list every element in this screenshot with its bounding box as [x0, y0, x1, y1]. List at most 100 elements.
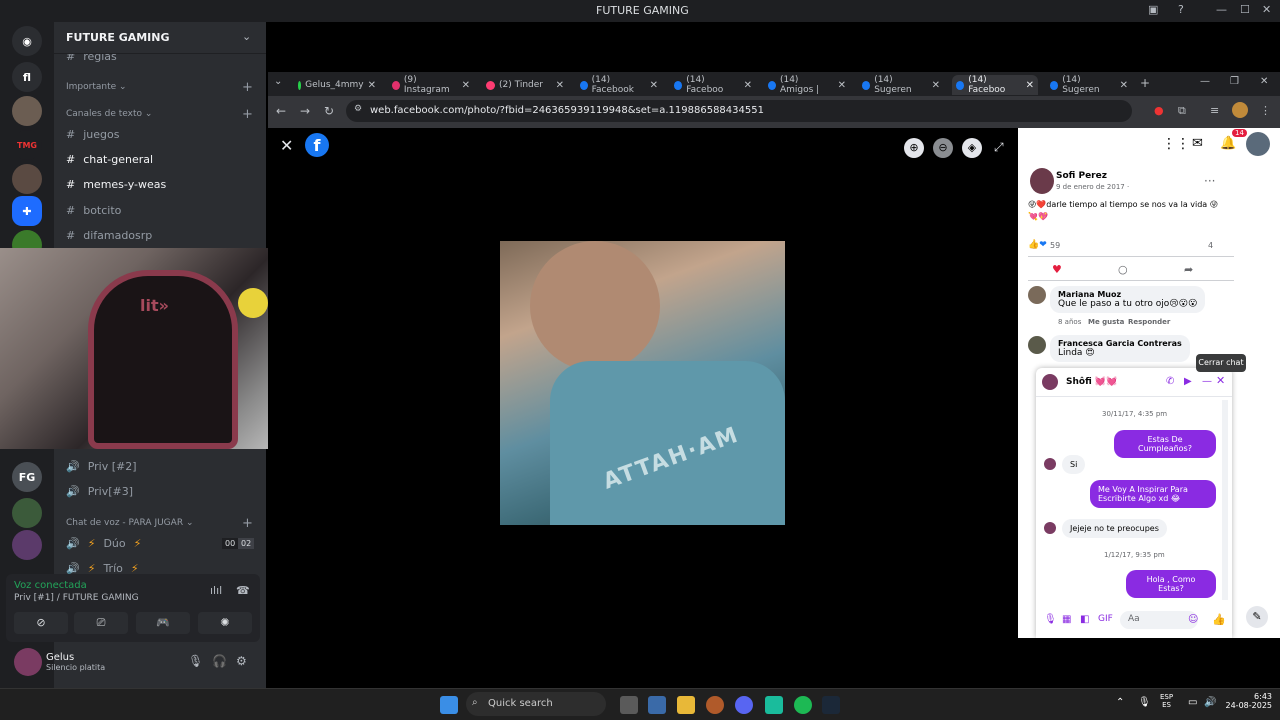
- voice-channel-priv2[interactable]: 🔊 Priv [#2]: [66, 460, 137, 473]
- reload-icon[interactable]: ↻: [324, 104, 334, 118]
- browser-tab[interactable]: (14) Faceboo ✕: [670, 75, 756, 95]
- site-info-icon[interactable]: ⚙: [354, 104, 362, 114]
- browser-tab[interactable]: (14) Sugeren ✕: [1046, 75, 1132, 95]
- fullscreen-icon[interactable]: ⤢: [994, 140, 1004, 155]
- browser-tab[interactable]: (2) Tinder ✕: [482, 75, 568, 95]
- add-channel-icon[interactable]: +: [242, 516, 253, 531]
- contact-avatar[interactable]: [1042, 374, 1058, 390]
- activity-button[interactable]: 🎮: [136, 612, 190, 634]
- reaction-count[interactable]: 59: [1050, 241, 1060, 250]
- add-channel-icon[interactable]: +: [242, 107, 253, 122]
- clock[interactable]: 6:43 24-08-2025: [1218, 692, 1273, 710]
- category-importante[interactable]: Importante ⌄: [66, 82, 127, 92]
- tag-icon[interactable]: ◈: [962, 138, 982, 158]
- headphones-icon[interactable]: 🎧: [212, 654, 227, 668]
- microphone-icon[interactable]: 🎙: [188, 654, 203, 668]
- like-link[interactable]: Me gusta: [1088, 318, 1124, 326]
- minimize-button[interactable]: —: [1200, 76, 1210, 87]
- microphone-icon[interactable]: 🎙: [1044, 614, 1057, 625]
- facebook-logo-icon[interactable]: f: [305, 133, 329, 157]
- channel-juegos[interactable]: # juegos: [66, 128, 119, 141]
- more-options-icon[interactable]: ···: [1204, 174, 1215, 188]
- browser-tab[interactable]: Gelus_4mmy ✕: [294, 75, 380, 95]
- server-icon[interactable]: [12, 498, 42, 528]
- channel-memes-y-weas[interactable]: # memes-y-weas: [66, 178, 166, 191]
- forward-icon[interactable]: →: [300, 104, 310, 118]
- channel-difamadosrp[interactable]: # difamadosrp: [66, 229, 152, 242]
- steam-icon[interactable]: [822, 696, 840, 714]
- inbox-icon[interactable]: ▣: [1148, 3, 1158, 16]
- disconnect-icon[interactable]: ☎: [236, 584, 250, 597]
- server-icon[interactable]: TMG: [12, 130, 42, 160]
- zoom-in-icon[interactable]: ⊕: [904, 138, 924, 158]
- author-avatar[interactable]: [1030, 168, 1054, 194]
- commenter-avatar[interactable]: [1028, 336, 1046, 354]
- task-view-icon[interactable]: [620, 696, 638, 714]
- camera-off-button[interactable]: ⊘: [14, 612, 68, 634]
- app-icon[interactable]: [765, 696, 783, 714]
- minimize-chat-icon[interactable]: —: [1202, 376, 1212, 387]
- comment-count[interactable]: 4: [1208, 241, 1213, 250]
- close-button[interactable]: ✕: [1260, 76, 1268, 87]
- image-icon[interactable]: ▦: [1062, 614, 1071, 625]
- network-icon[interactable]: ▭: [1188, 697, 1197, 708]
- contact-name[interactable]: Shôfi 💓💓: [1066, 377, 1117, 387]
- server-icon[interactable]: [12, 530, 42, 560]
- messenger-icon[interactable]: ✉: [1192, 136, 1203, 151]
- message-input[interactable]: Aa: [1120, 611, 1198, 629]
- server-icon[interactable]: fl: [12, 62, 42, 92]
- browser-tab[interactable]: (14) Amigos | ✕: [764, 75, 850, 95]
- new-message-icon[interactable]: ✎: [1246, 606, 1268, 628]
- active-server-icon[interactable]: ✚: [12, 196, 42, 226]
- address-bar[interactable]: ⚙ web.facebook.com/photo/?fbid=246365939…: [346, 100, 1132, 122]
- signal-icon[interactable]: ılıl: [210, 584, 222, 597]
- browser-tab[interactable]: (9) Instagram ✕: [388, 75, 474, 95]
- close-button[interactable]: ✕: [1262, 3, 1271, 16]
- avatar[interactable]: [14, 648, 42, 676]
- file-explorer-icon[interactable]: [677, 696, 695, 714]
- taskbar-search[interactable]: ⌕ Quick search: [466, 692, 606, 716]
- scrollbar[interactable]: [1222, 400, 1228, 600]
- server-icon[interactable]: FG: [12, 462, 42, 492]
- discord-home-icon[interactable]: ◉: [12, 26, 42, 56]
- extensions-puzzle-icon[interactable]: ⧉: [1178, 104, 1186, 118]
- video-call-icon[interactable]: ▶: [1184, 376, 1192, 387]
- tray-chevron-icon[interactable]: ⌃: [1116, 697, 1124, 708]
- reply-link[interactable]: Responder: [1128, 318, 1170, 326]
- maximize-button[interactable]: ❐: [1230, 76, 1239, 87]
- tab-search-icon[interactable]: ⌄: [274, 76, 282, 87]
- soundboard-button[interactable]: ✺: [198, 612, 252, 634]
- help-icon[interactable]: ?: [1178, 3, 1184, 16]
- post-date[interactable]: 9 de enero de 2017 ·: [1056, 183, 1129, 191]
- maximize-button[interactable]: ☐: [1240, 3, 1250, 16]
- close-icon[interactable]: ✕: [280, 136, 293, 155]
- channel-chat-general[interactable]: # chat-general: [66, 153, 153, 166]
- discord-taskbar-icon[interactable]: [735, 696, 753, 714]
- voice-channel-duo[interactable]: 🔊 ⚡ Dúo ⚡: [66, 537, 141, 550]
- extension-icon[interactable]: ●: [1154, 104, 1164, 117]
- spotify-icon[interactable]: [794, 696, 812, 714]
- new-tab-icon[interactable]: +: [1140, 76, 1150, 90]
- settings-gear-icon[interactable]: ⚙: [236, 654, 247, 668]
- menu-dots-icon[interactable]: ⋮: [1260, 104, 1271, 117]
- account-avatar[interactable]: [1246, 132, 1270, 156]
- comment-button[interactable]: ○: [1118, 263, 1128, 276]
- media-icon[interactable]: ≡: [1210, 104, 1219, 117]
- notifications-bell-icon[interactable]: 🔔: [1220, 136, 1236, 151]
- app-icon[interactable]: [706, 696, 724, 714]
- category-text[interactable]: Canales de texto ⌄: [66, 109, 152, 119]
- browser-tab[interactable]: (14) Sugeren ✕: [858, 75, 944, 95]
- call-icon[interactable]: ✆: [1166, 376, 1174, 387]
- browser-tab-active[interactable]: (14) Faceboo ✕: [952, 75, 1038, 95]
- volume-icon[interactable]: 🔊: [1204, 697, 1216, 708]
- screen-share-button[interactable]: ⎚: [74, 612, 128, 634]
- sticker-icon[interactable]: ◧: [1080, 614, 1089, 625]
- voice-location[interactable]: Priv [#1] / FUTURE GAMING: [14, 593, 139, 603]
- love-reaction-button[interactable]: ♥: [1052, 263, 1062, 276]
- voice-channel-priv3[interactable]: 🔊 Priv[#3]: [66, 485, 133, 498]
- profile-avatar[interactable]: [1232, 102, 1248, 118]
- server-header[interactable]: FUTURE GAMING ⌄: [54, 22, 266, 54]
- close-chat-icon[interactable]: ✕: [1216, 374, 1225, 387]
- channel-botcito[interactable]: # botcito: [66, 204, 121, 217]
- zoom-out-icon[interactable]: ⊖: [933, 138, 953, 158]
